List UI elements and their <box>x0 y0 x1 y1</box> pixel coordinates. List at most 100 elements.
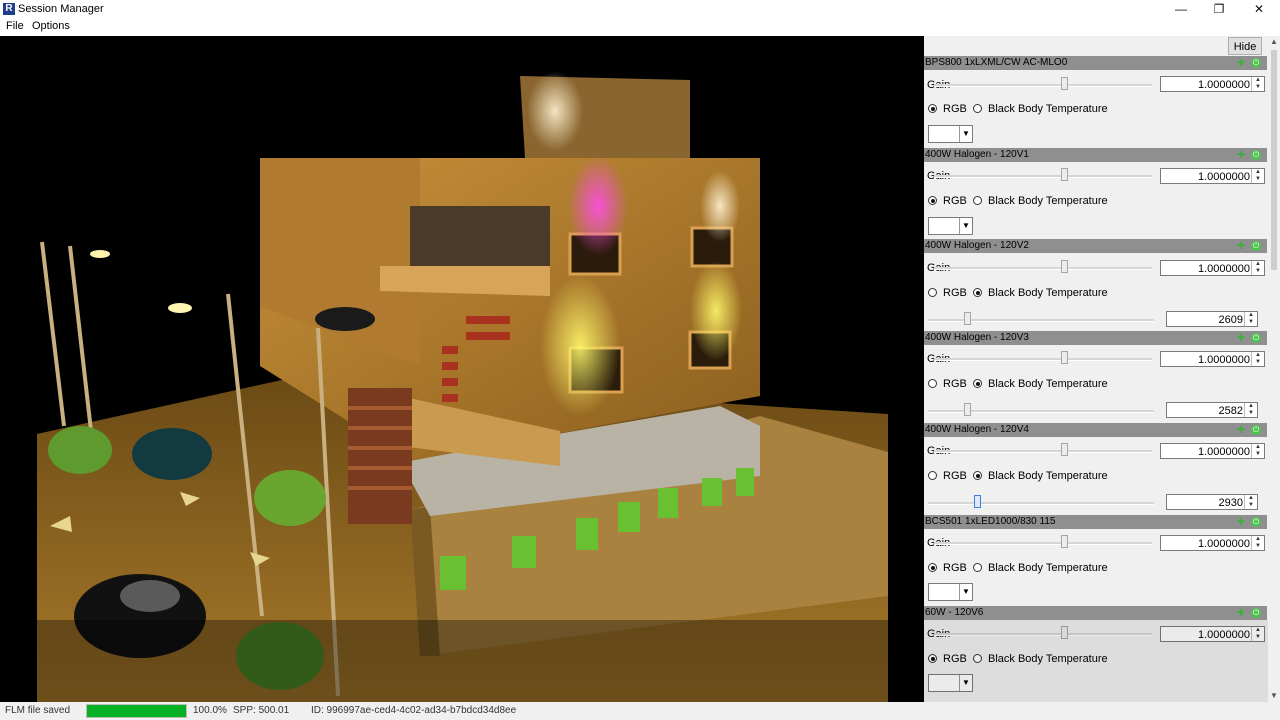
power-icon[interactable]: ⏻ <box>1251 241 1261 251</box>
gain-slider-track <box>934 84 1152 87</box>
light-name: 400W Halogen - 120V4 <box>925 424 1029 435</box>
spin-arrows-icon[interactable]: ▲ ▼ <box>1251 352 1264 366</box>
gain-slider-thumb[interactable] <box>1061 77 1068 90</box>
gain-slider-thumb[interactable] <box>1061 351 1068 364</box>
light-name: BPS800 1xLXML/CW AC-MLO0 <box>925 57 1068 68</box>
gain-slider-thumb[interactable] <box>1061 443 1068 456</box>
render-image <box>37 71 888 702</box>
lights-panel <box>924 36 1268 702</box>
temperature-slider-thumb[interactable] <box>964 403 971 416</box>
minimize-button[interactable]: — <box>1162 0 1200 18</box>
gain-slider-thumb[interactable] <box>1061 535 1068 548</box>
spin-arrows-icon[interactable]: ▲ ▼ <box>1251 536 1264 550</box>
chevron-down-icon[interactable]: ▼ <box>959 218 972 234</box>
gain-value: 1.0000000 <box>1198 354 1250 366</box>
power-icon[interactable]: ⏻ <box>1251 333 1261 343</box>
spin-arrows-icon[interactable]: ▲ ▼ <box>1244 403 1257 417</box>
scroll-down-icon[interactable]: ▼ <box>1268 690 1280 702</box>
title-bar: R Session Manager — ❐ ✕ <box>0 0 1280 18</box>
temperature-value: 2930 <box>1218 497 1243 509</box>
temperature-spinbox[interactable]: 2582 ▲ ▼ <box>1166 402 1258 418</box>
power-icon[interactable]: ⏻ <box>1251 425 1261 435</box>
spin-arrows-icon[interactable]: ▲ ▼ <box>1251 169 1264 183</box>
menu-file[interactable]: File <box>6 20 24 32</box>
rgb-label: RGB <box>943 562 967 574</box>
light-name: 400W Halogen - 120V1 <box>925 149 1029 160</box>
rgb-radio[interactable] <box>928 379 937 388</box>
rgb-radio[interactable] <box>928 288 937 297</box>
bbt-label: Black Body Temperature <box>988 378 1108 390</box>
temperature-value: 2609 <box>1218 314 1243 326</box>
panel-scrollbar[interactable]: ▲ ▼ <box>1268 36 1280 702</box>
gain-slider-track <box>934 175 1152 178</box>
light-name: BCS501 1xLED1000/830 115 <box>925 516 1056 527</box>
color-picker[interactable]: ▼ <box>928 217 973 235</box>
bbt-radio[interactable] <box>973 104 982 113</box>
color-picker[interactable]: ▼ <box>928 125 973 143</box>
gain-spinbox[interactable]: 1.0000000 ▲ ▼ <box>1160 260 1265 276</box>
session-id: ID: 996997ae-ced4-4c02-ad34-b7bdcd34d8ee <box>311 705 517 716</box>
plus-icon[interactable]: + <box>1235 422 1247 436</box>
rgb-label: RGB <box>943 287 967 299</box>
spin-arrows-icon[interactable]: ▲ ▼ <box>1251 77 1264 91</box>
gain-value: 1.0000000 <box>1198 79 1250 91</box>
gain-slider-thumb[interactable] <box>1061 260 1068 273</box>
chevron-down-icon[interactable]: ▼ <box>959 584 972 600</box>
spin-arrows-icon[interactable]: ▲ ▼ <box>1244 312 1257 326</box>
rgb-radio[interactable] <box>928 563 937 572</box>
power-icon[interactable]: ⏻ <box>1251 517 1261 527</box>
temperature-slider-track <box>928 502 1154 505</box>
temperature-spinbox[interactable]: 2609 ▲ ▼ <box>1166 311 1258 327</box>
rgb-radio[interactable] <box>928 196 937 205</box>
bbt-radio[interactable] <box>973 379 982 388</box>
chevron-down-icon[interactable]: ▼ <box>959 126 972 142</box>
plus-icon[interactable]: + <box>1235 605 1247 619</box>
bbt-label: Black Body Temperature <box>988 562 1108 574</box>
light-name: 60W - 120V6 <box>925 607 984 618</box>
temperature-slider-thumb[interactable] <box>974 495 981 508</box>
gain-spinbox[interactable]: 1.0000000 ▲ ▼ <box>1160 168 1265 184</box>
temperature-spinbox[interactable]: 2930 ▲ ▼ <box>1166 494 1258 510</box>
gain-spinbox[interactable]: 1.0000000 ▲ ▼ <box>1160 443 1265 459</box>
bbt-radio[interactable] <box>973 471 982 480</box>
bbt-radio[interactable] <box>973 196 982 205</box>
gain-slider-thumb[interactable] <box>1061 168 1068 181</box>
power-icon[interactable]: ⏻ <box>1251 58 1261 68</box>
color-picker[interactable]: ▼ <box>928 583 973 601</box>
rgb-label: RGB <box>943 103 967 115</box>
gain-spinbox[interactable]: 1.0000000 ▲ ▼ <box>1160 76 1265 92</box>
temperature-slider-track <box>928 410 1154 413</box>
bbt-radio[interactable] <box>973 288 982 297</box>
gain-value: 1.0000000 <box>1198 446 1250 458</box>
bbt-label: Black Body Temperature <box>988 195 1108 207</box>
spin-arrows-icon[interactable]: ▲ ▼ <box>1251 444 1264 458</box>
plus-icon[interactable]: + <box>1235 55 1247 69</box>
gain-spinbox[interactable]: 1.0000000 ▲ ▼ <box>1160 535 1265 551</box>
status-message: FLM file saved <box>5 705 71 716</box>
temperature-slider-thumb[interactable] <box>964 312 971 325</box>
plus-icon[interactable]: + <box>1235 238 1247 252</box>
rgb-radio[interactable] <box>928 104 937 113</box>
close-button[interactable]: ✕ <box>1240 0 1278 18</box>
rgb-radio[interactable] <box>928 471 937 480</box>
plus-icon[interactable]: + <box>1235 147 1247 161</box>
plus-icon[interactable]: + <box>1235 330 1247 344</box>
scroll-thumb[interactable] <box>1271 50 1277 270</box>
menu-options[interactable]: Options <box>32 20 70 32</box>
scroll-up-icon[interactable]: ▲ <box>1268 36 1280 48</box>
spin-arrows-icon[interactable]: ▲ ▼ <box>1251 261 1264 275</box>
bbt-radio[interactable] <box>973 563 982 572</box>
power-icon[interactable]: ⏻ <box>1251 608 1261 618</box>
power-icon[interactable]: ⏻ <box>1251 150 1261 160</box>
temperature-value: 2582 <box>1218 405 1243 417</box>
gain-spinbox[interactable]: 1.0000000 ▲ ▼ <box>1160 351 1265 367</box>
gain-slider-track <box>934 542 1152 545</box>
spin-arrows-icon[interactable]: ▲ ▼ <box>1244 495 1257 509</box>
bbt-label: Black Body Temperature <box>988 287 1108 299</box>
render-viewport[interactable] <box>0 36 924 702</box>
light-header: BCS501 1xLED1000/830 115 + ⏻ <box>924 514 1267 529</box>
plus-icon[interactable]: + <box>1235 514 1247 528</box>
hide-button[interactable]: Hide <box>1228 37 1262 55</box>
restore-button[interactable]: ❐ <box>1200 0 1238 18</box>
progress-label: 100.0% <box>193 705 227 716</box>
